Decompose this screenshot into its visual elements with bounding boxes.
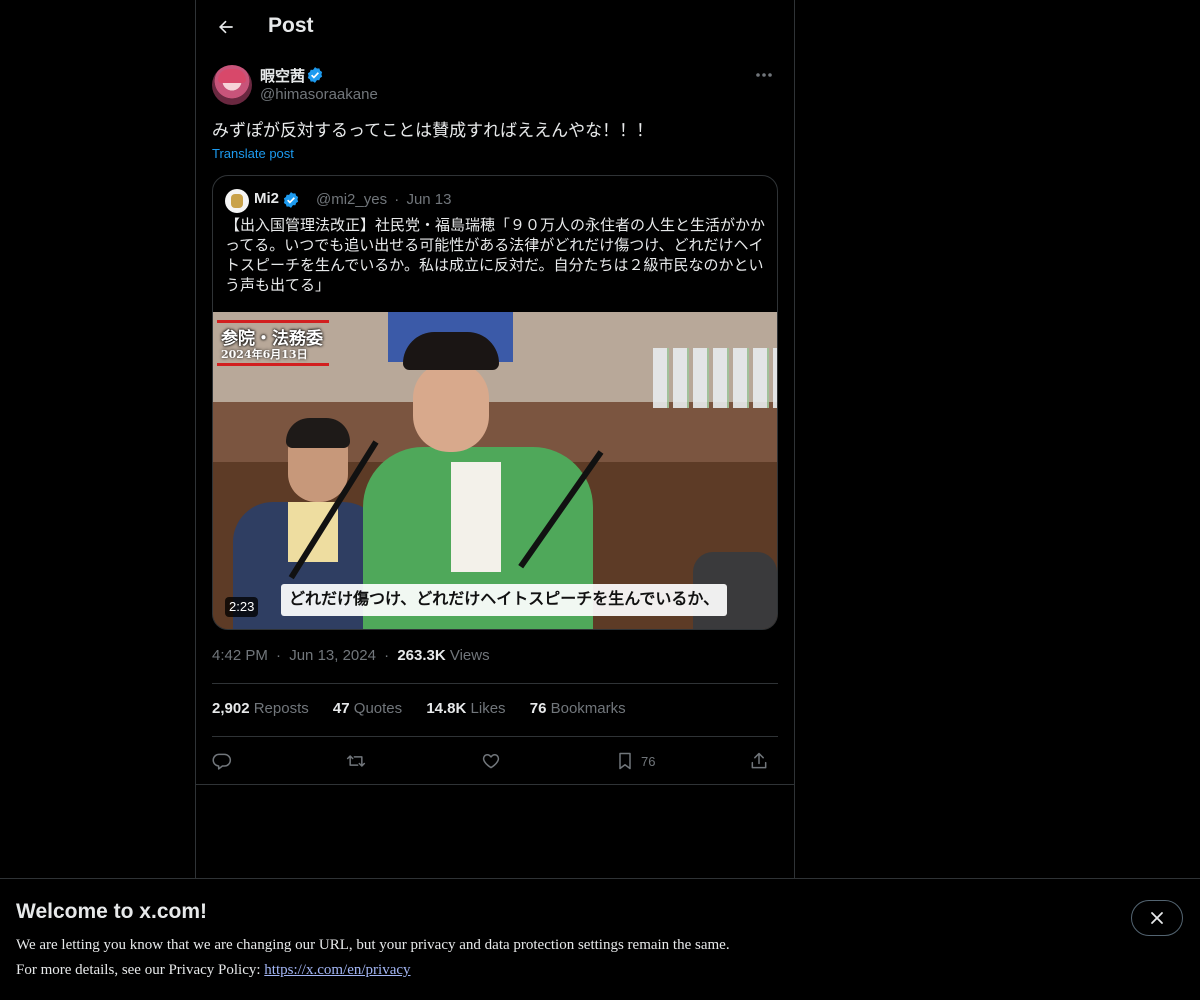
- bookmarks-stat[interactable]: 76 Bookmarks: [530, 700, 626, 717]
- close-icon: [1151, 912, 1163, 924]
- views-count: 263.3K: [397, 647, 446, 664]
- reply-icon: [212, 753, 232, 770]
- post-text: みずぽが反対するってことは賛成すればええんやな！！！: [212, 121, 654, 140]
- top-bar: Post: [196, 0, 794, 54]
- repost-button[interactable]: [346, 746, 366, 776]
- author-handle[interactable]: @himasoraakane: [260, 86, 378, 103]
- quoted-meta: @mi2_yes · Jun 13: [316, 191, 451, 208]
- quoted-avatar: [225, 189, 249, 213]
- divider: [212, 683, 778, 684]
- heart-icon: [482, 754, 500, 769]
- divider: [196, 784, 794, 785]
- meta-separator: ·: [394, 191, 400, 208]
- views-label: Views: [449, 647, 490, 664]
- reposts-stat[interactable]: 2,902 Reposts: [212, 700, 309, 717]
- quoted-post-header: Mi2 @mi2_yes · Jun 13: [225, 188, 765, 213]
- likes-stat[interactable]: 14.8K Likes: [426, 700, 505, 717]
- post-date[interactable]: Jun 13, 2024: [289, 647, 376, 664]
- bookmark-icon: [619, 752, 631, 770]
- banner-privacy-line: For more details, see our Privacy Policy…: [16, 962, 411, 979]
- reply-button[interactable]: [212, 746, 232, 776]
- like-button[interactable]: [481, 746, 501, 776]
- quoted-date: Jun 13: [406, 191, 452, 208]
- close-banner-button[interactable]: [1131, 900, 1183, 936]
- repost-icon: [346, 755, 366, 767]
- quoted-text: 【出入国管理法改正】社民党・福島瑞穂「９０万人の永住者の人生と生活がかかってる。…: [225, 217, 766, 294]
- more-horizontal-icon: [756, 73, 772, 77]
- banner-title: Welcome to x.com!: [16, 900, 207, 923]
- divider: [212, 736, 778, 737]
- post-time[interactable]: 4:42 PM: [212, 647, 268, 664]
- action-bar: 76: [212, 744, 778, 778]
- verified-badge-icon[interactable]: [306, 66, 324, 84]
- banner-privacy-prefix: For more details, see our Privacy Policy…: [16, 962, 265, 978]
- more-options-button[interactable]: [750, 64, 778, 86]
- quotes-stat[interactable]: 47 Quotes: [333, 700, 402, 717]
- author-name[interactable]: 暇空茜: [260, 65, 305, 86]
- share-button[interactable]: [749, 746, 769, 776]
- quoted-author-handle: @mi2_yes: [316, 191, 388, 208]
- bookmark-button[interactable]: 76: [615, 746, 655, 776]
- privacy-policy-link[interactable]: https://x.com/en/privacy: [264, 962, 410, 978]
- video-badge-date: 2024年6月13日: [221, 348, 308, 361]
- page-title: Post: [268, 14, 314, 37]
- post-stats: 2,902 Reposts 47 Quotes 14.8K Likes 76 B…: [212, 700, 646, 722]
- translate-post-link[interactable]: Translate post: [212, 146, 294, 161]
- url-change-banner: Welcome to x.com! We are letting you kno…: [0, 878, 1200, 1000]
- post-timestamp: 4:42 PM · Jun 13, 2024 · 263.3K Views: [212, 647, 490, 664]
- post-column: Post 暇空茜 @himasoraakane みずぽが反対するってことは賛成す…: [195, 0, 795, 880]
- share-icon: [751, 752, 767, 769]
- quoted-author-name: Mi2: [254, 190, 280, 207]
- video-subtitle: どれだけ傷つけ、どれだけヘイトスピーチを生んでいるか、: [281, 584, 728, 616]
- back-button[interactable]: [208, 9, 244, 45]
- video-title-badge: 参院・法務委 2024年6月13日: [217, 320, 329, 366]
- bookmark-count: 76: [641, 753, 656, 769]
- banner-message: We are letting you know that we are chan…: [16, 937, 730, 953]
- quoted-post[interactable]: Mi2 @mi2_yes · Jun 13 【出入国管理法改正】社民党・福島瑞穂…: [212, 175, 778, 630]
- post-author: 暇空茜 @himasoraakane: [212, 64, 778, 108]
- avatar[interactable]: [212, 65, 252, 105]
- verified-badge-icon: [283, 192, 299, 208]
- video-duration: 2:23: [225, 597, 259, 617]
- arrow-left-icon: [219, 20, 233, 34]
- video-player[interactable]: 参院・法務委 2024年6月13日 2:23 どれだけ傷つけ、どれだけヘイトスピ…: [213, 312, 777, 629]
